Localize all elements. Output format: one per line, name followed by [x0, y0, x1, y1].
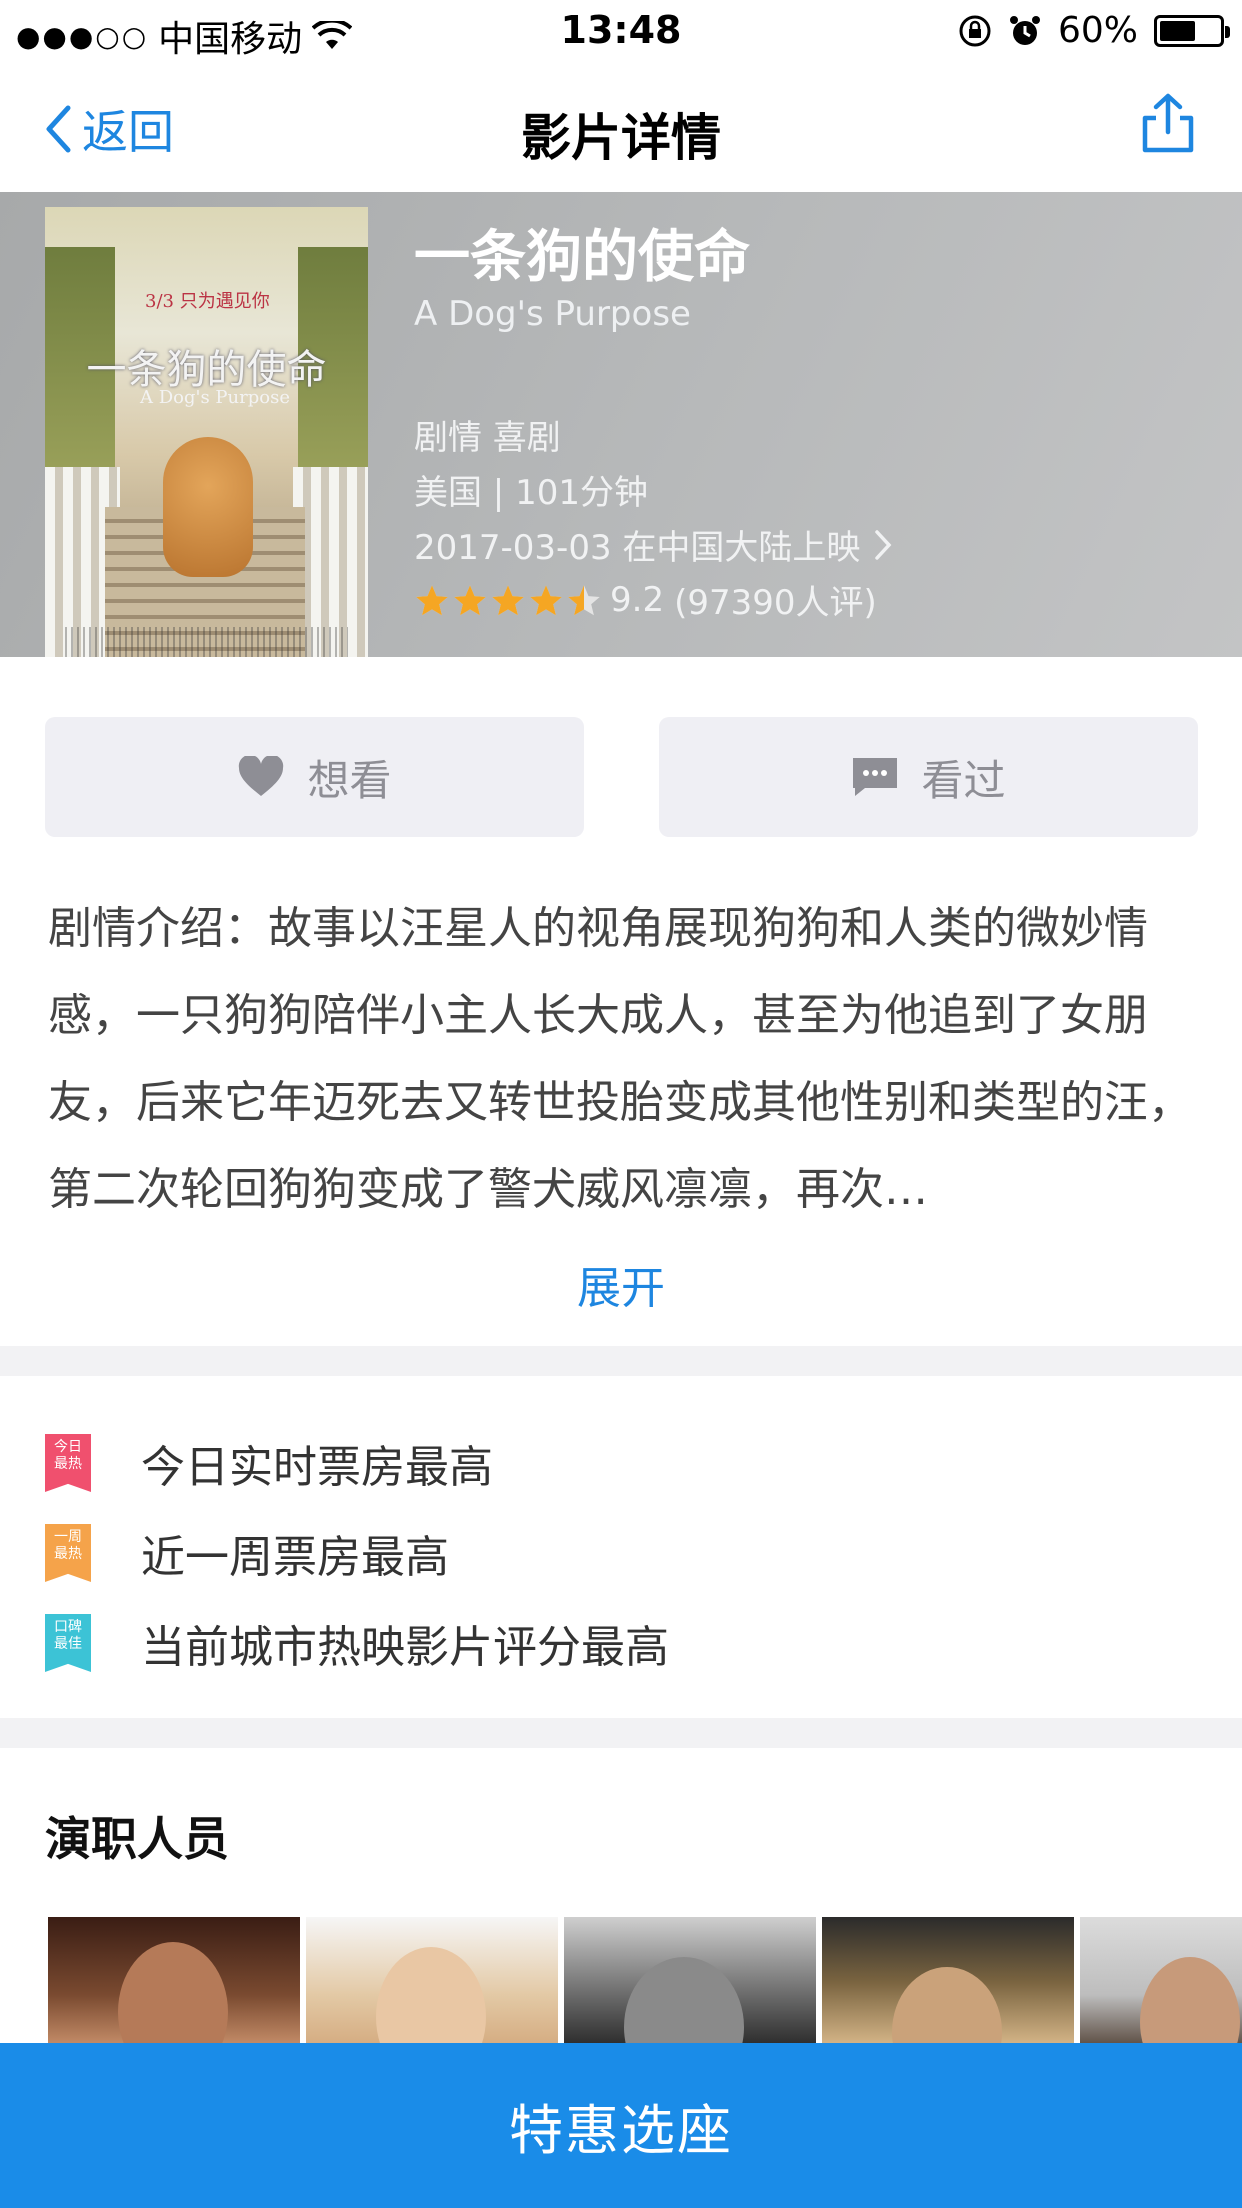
cast-photo[interactable] [822, 1917, 1074, 2047]
ribbon-line: 最热 [54, 1546, 82, 1562]
ribbon-line: 最热 [54, 1456, 82, 1472]
movie-poster[interactable]: 3/3 只为遇见你 一条狗的使命 A Dog's Purpose [45, 207, 368, 657]
synopsis-text: 剧情介绍：故事以汪星人的视角展现狗狗和人类的微妙情感，一只狗狗陪伴小主人长大成人… [48, 903, 1192, 1215]
page-title: 影片详情 [521, 109, 721, 167]
badge-week-hot: 一周 最热 近一周票房最高 [45, 1521, 449, 1585]
star-icon [454, 584, 486, 615]
cast-face [624, 1957, 744, 2047]
star-icon [492, 584, 524, 615]
movie-english-title: A Dog's Purpose [414, 294, 691, 334]
section-divider [0, 1718, 1242, 1748]
poster-dog [163, 437, 253, 577]
movie-genre: 剧情 喜剧 [414, 418, 561, 458]
seen-button[interactable]: 看过 [659, 717, 1198, 837]
poster-tagline: 3/3 只为遇见你 [145, 291, 270, 312]
star-icon [530, 584, 562, 615]
movie-header: 3/3 只为遇见你 一条狗的使命 A Dog's Purpose 一条狗的使命 … [0, 192, 1242, 657]
battery-percent: 60% [1057, 10, 1138, 51]
battery-level [1160, 20, 1195, 41]
orientation-lock-icon [959, 15, 991, 46]
ribbon-line: 一周 [54, 1529, 82, 1545]
want-to-see-button[interactable]: 想看 [45, 717, 584, 837]
movie-country-duration: 美国 | 101分钟 [414, 473, 648, 513]
heart-icon [239, 756, 284, 796]
comment-icon [853, 758, 898, 796]
cast-face [1140, 1957, 1240, 2047]
status-bar: ●●●○○ 中国移动 13:48 60% [0, 0, 1242, 62]
chevron-right-icon [875, 529, 892, 560]
ribbon-today-hot-icon: 今日 最热 [45, 1434, 91, 1492]
poster-credits [65, 627, 348, 657]
ribbon-line: 口碑 [54, 1619, 82, 1635]
status-icons: 60% [958, 10, 1230, 51]
badge-best-reviewed: 口碑 最佳 当前城市热映影片评分最高 [45, 1611, 669, 1675]
ribbon-week-hot-icon: 一周 最热 [45, 1524, 91, 1582]
badge-text: 今日实时票房最高 [141, 1442, 493, 1493]
share-button[interactable] [1138, 92, 1198, 158]
book-seat-button[interactable]: 特惠选座 [0, 2043, 1242, 2208]
movie-title: 一条狗的使命 [414, 225, 750, 290]
navigation-bar: 返回 影片详情 [0, 62, 1242, 192]
want-to-see-label: 想看 [307, 755, 392, 805]
cast-photo[interactable] [48, 1917, 300, 2047]
alarm-icon [1009, 15, 1040, 45]
badge-today-hot: 今日 最热 今日实时票房最高 [45, 1431, 493, 1495]
poster-subtitle: A Dog's Purpose [140, 387, 290, 408]
section-divider [0, 1346, 1242, 1376]
rating-count: (97390人评) [674, 583, 877, 623]
cast-photo[interactable] [306, 1917, 558, 2047]
ribbon-line: 最佳 [54, 1636, 82, 1652]
star-rating [414, 583, 602, 617]
battery-icon [1154, 14, 1230, 47]
cast-photo[interactable] [564, 1917, 816, 2047]
expand-button[interactable]: 展开 [0, 1252, 1242, 1316]
cast-face [376, 1947, 486, 2047]
seen-label: 看过 [921, 755, 1006, 805]
cast-face [118, 1942, 228, 2047]
ribbon-line: 今日 [54, 1439, 82, 1455]
cast-section-title: 演职人员 [45, 1812, 229, 1866]
release-info-link[interactable]: 2017-03-03 在中国大陆上映 [414, 520, 892, 569]
cast-photo[interactable] [1080, 1917, 1242, 2047]
rating: 9.2 (97390人评) [414, 575, 877, 624]
share-icon [1142, 93, 1194, 153]
rating-score: 9.2 [610, 579, 665, 620]
release-date: 2017-03-03 在中国大陆上映 [414, 528, 861, 568]
badge-text: 当前城市热映影片评分最高 [141, 1622, 669, 1673]
cast-face [892, 1967, 1002, 2047]
star-icon [568, 584, 600, 615]
badge-text: 近一周票房最高 [141, 1532, 449, 1583]
star-icon [416, 584, 448, 615]
ribbon-best-reviewed-icon: 口碑 最佳 [45, 1614, 91, 1672]
